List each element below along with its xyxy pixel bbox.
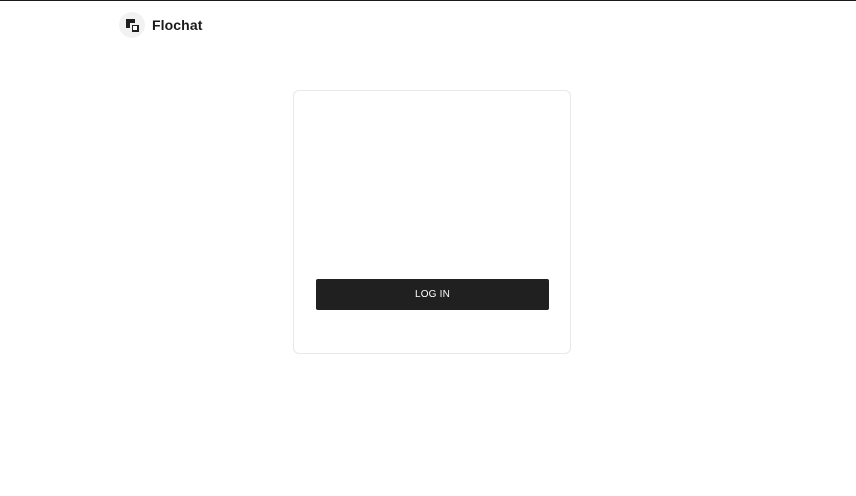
- brand-header[interactable]: Flochat: [119, 11, 202, 39]
- brand-name: Flochat: [152, 17, 203, 33]
- login-card: LOG IN: [293, 90, 571, 354]
- login-button[interactable]: LOG IN: [316, 279, 549, 310]
- flochat-logo-icon: [119, 12, 145, 38]
- login-page: Flochat LOG IN: [0, 0, 856, 496]
